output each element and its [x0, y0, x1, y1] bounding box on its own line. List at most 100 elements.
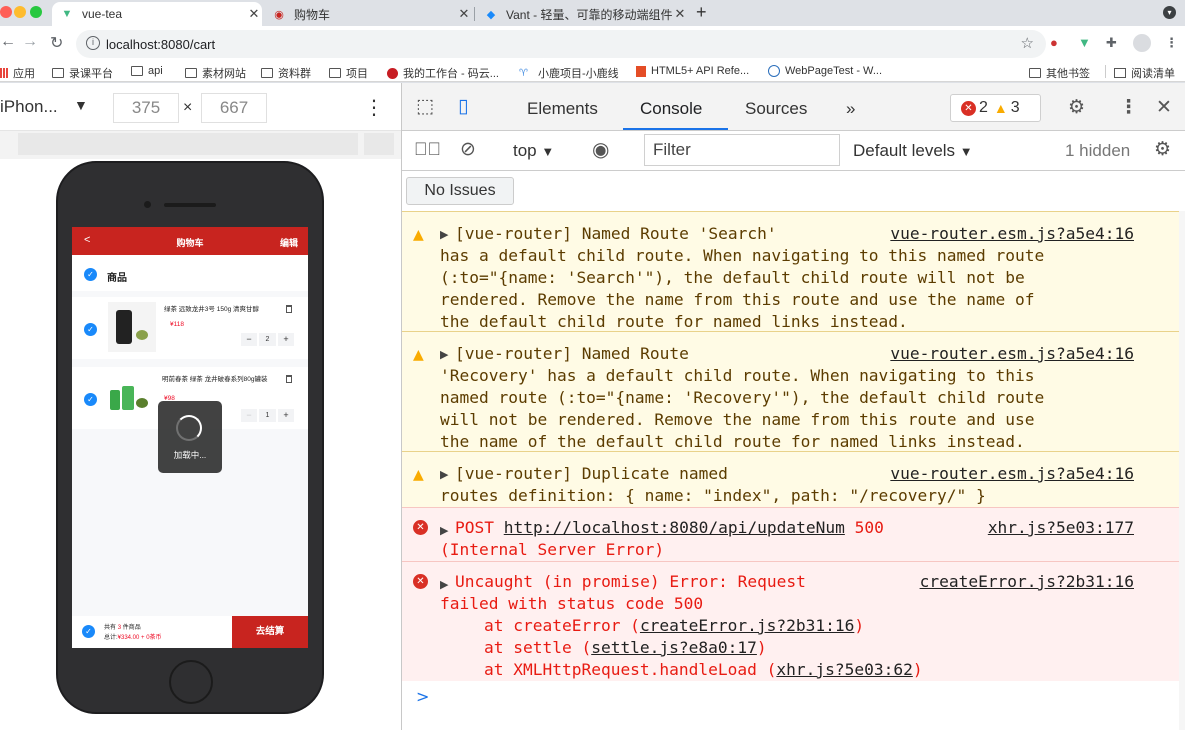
reload-icon[interactable]: ↻	[50, 33, 63, 53]
close-window-button[interactable]	[0, 6, 12, 18]
console-warning-message[interactable]: ▲ ▶ [vue-router] Named Route vue-router.…	[402, 331, 1179, 451]
checkbox-checked-icon[interactable]: ✓	[84, 393, 97, 406]
bookmark-reading-list[interactable]: 阅读清单	[1114, 65, 1175, 81]
log-levels-select[interactable]: Default levels ▼	[853, 141, 973, 161]
expand-triangle-icon[interactable]: ▶	[440, 224, 448, 246]
delete-trash-icon[interactable]	[286, 375, 292, 383]
back-arrow-icon[interactable]: ←	[0, 33, 16, 51]
bookmark-folder[interactable]: 资料群	[261, 65, 311, 81]
console-messages: ▲ ▶ [vue-router] Named Route 'Search' vu…	[402, 211, 1179, 730]
console-error-message[interactable]: ✕ ▶ Uncaught (in promise) Error: Request…	[402, 561, 1179, 681]
device-select[interactable]: iPhon...	[0, 97, 58, 117]
extension-color-icon[interactable]: ●	[1050, 35, 1058, 50]
stack-location-link[interactable]: createError.js?2b31:16	[640, 616, 854, 635]
request-url-link[interactable]: http://localhost:8080/api/updateNum	[504, 518, 845, 537]
edit-button[interactable]: 编辑	[280, 236, 298, 249]
address-bar[interactable]: i localhost:8080/cart ☆	[76, 30, 1046, 58]
checkbox-checked-icon[interactable]: ✓	[84, 268, 97, 281]
close-tab-icon[interactable]: ✕	[672, 6, 688, 22]
no-issues-button[interactable]: No Issues	[406, 177, 514, 205]
maximize-window-button[interactable]	[30, 6, 42, 18]
increase-button[interactable]: +	[278, 333, 294, 346]
device-width-input[interactable]: 375	[113, 93, 179, 123]
bookmark-gitee[interactable]: 我的工作台 - 码云...	[387, 65, 499, 81]
quantity-value[interactable]: 1	[259, 409, 276, 422]
bookmark-star-icon[interactable]: ☆	[1021, 34, 1034, 52]
inspect-element-icon[interactable]: ⬚	[416, 95, 434, 118]
close-tab-icon[interactable]: ✕	[246, 6, 262, 22]
more-options-icon[interactable]: ⋮	[364, 95, 384, 120]
more-options-icon[interactable]: ⋮	[1119, 96, 1138, 119]
bookmark-html5-api[interactable]: HTML5+ API Refe...	[636, 65, 749, 77]
console-filter-input[interactable]: Filter	[644, 134, 840, 166]
decrease-button[interactable]: −	[241, 409, 257, 422]
product-thumbnail[interactable]	[108, 372, 152, 422]
ruler-segment[interactable]	[364, 133, 394, 155]
tab-elements[interactable]: Elements	[527, 99, 598, 119]
device-height-input[interactable]: 667	[201, 93, 267, 123]
source-link[interactable]: xhr.js?5e03:177	[988, 517, 1134, 539]
sidebar-toggle-icon[interactable]: ▶⃞	[414, 139, 441, 160]
forward-arrow-icon[interactable]: →	[22, 33, 38, 51]
caret-down-icon[interactable]: ▼	[74, 97, 88, 113]
source-link[interactable]: vue-router.esm.js?a5e4:16	[890, 463, 1134, 485]
bookmark-folder[interactable]: 素材网站	[185, 65, 246, 81]
minimize-window-button[interactable]	[14, 6, 26, 18]
stack-location-link[interactable]: settle.js?e8a0:17	[591, 638, 757, 657]
bookmark-folder[interactable]: 录课平台	[52, 65, 113, 81]
source-link[interactable]: vue-router.esm.js?a5e4:16	[890, 343, 1134, 365]
close-tab-icon[interactable]: ✕	[456, 6, 472, 22]
checkbox-checked-icon[interactable]: ✓	[84, 323, 97, 336]
total-value: ¥334.00 + 0茶币	[117, 635, 162, 641]
bookmark-xiaolu[interactable]: ♈ 小鹿项目-小鹿线	[519, 65, 619, 81]
bookmark-label: 我的工作台 - 码云...	[403, 68, 499, 80]
decrease-button[interactable]: −	[241, 333, 257, 346]
settings-gear-icon[interactable]: ⚙	[1068, 96, 1085, 119]
close-devtools-icon[interactable]: ✕	[1156, 96, 1172, 119]
bookmark-webpagetest[interactable]: WebPageTest - W...	[768, 65, 882, 77]
source-link[interactable]: vue-router.esm.js?a5e4:16	[890, 223, 1134, 245]
console-error-message[interactable]: ✕ ▶ POST http://localhost:8080/api/updat…	[402, 507, 1179, 561]
quantity-value[interactable]: 2	[259, 333, 276, 346]
console-warning-message[interactable]: ▲ ▶ [vue-router] Duplicate named vue-rou…	[402, 451, 1179, 507]
bookmark-folder[interactable]: api	[131, 65, 163, 77]
increase-button[interactable]: +	[278, 409, 294, 422]
browser-menu-icon[interactable]: ⋮	[1165, 35, 1178, 51]
bookmark-apps[interactable]: 应用	[0, 65, 35, 81]
tab-sources[interactable]: Sources	[745, 99, 807, 119]
more-tabs-icon[interactable]: »	[846, 99, 855, 119]
browser-tab-vue-tea[interactable]: ▼ vue-tea ✕	[52, 2, 262, 26]
source-link[interactable]: createError.js?2b31:16	[920, 571, 1134, 593]
vue-devtools-extension-icon[interactable]: ▼	[1078, 35, 1091, 50]
delete-trash-icon[interactable]	[286, 305, 292, 313]
context-select[interactable]: top ▼	[513, 141, 554, 161]
issues-counter[interactable]: ✕ 2 ▲ 3	[950, 94, 1041, 122]
stack-frame: at XMLHttpRequest.handleLoad (xhr.js?5e0…	[484, 659, 923, 681]
tab-console[interactable]: Console	[640, 99, 702, 119]
bookmark-other[interactable]: 其他书签	[1029, 65, 1090, 81]
site-info-icon[interactable]: i	[86, 36, 100, 50]
expand-triangle-icon[interactable]: ▶	[440, 344, 448, 366]
browser-tab-cart[interactable]: ◉ 购物车 ✕	[264, 2, 472, 26]
message-text: routes definition: { name: "index", path…	[440, 486, 986, 505]
ruler-segment[interactable]	[18, 133, 358, 155]
device-toggle-icon[interactable]: ▯	[458, 95, 468, 118]
console-warning-message[interactable]: ▲ ▶ [vue-router] Named Route 'Search' vu…	[402, 211, 1179, 331]
tab-search-icon[interactable]: ▾	[1163, 6, 1176, 19]
console-settings-gear-icon[interactable]: ⚙	[1154, 138, 1171, 161]
console-scrollbar[interactable]	[1179, 211, 1185, 730]
extensions-puzzle-icon[interactable]: ✚	[1106, 35, 1117, 51]
new-tab-button[interactable]: +	[696, 2, 707, 23]
console-prompt[interactable]: >	[416, 686, 429, 708]
product-thumbnail[interactable]	[108, 302, 156, 352]
browser-tab-vant[interactable]: ◆ Vant - 轻量、可靠的移动端组件 ✕	[476, 2, 688, 26]
clear-console-icon[interactable]: ⊘	[460, 138, 476, 161]
expand-triangle-icon[interactable]: ▶	[440, 464, 448, 486]
profile-avatar[interactable]	[1133, 34, 1151, 52]
live-expression-eye-icon[interactable]: ◉	[592, 137, 609, 162]
stack-location-link[interactable]: xhr.js?5e03:62	[776, 660, 912, 679]
checkout-button[interactable]: 去结算	[232, 616, 308, 648]
bookmark-folder[interactable]: 项目	[329, 65, 368, 81]
hidden-count[interactable]: 1 hidden	[1065, 141, 1130, 161]
select-all-checkbox-icon[interactable]: ✓	[82, 625, 95, 638]
